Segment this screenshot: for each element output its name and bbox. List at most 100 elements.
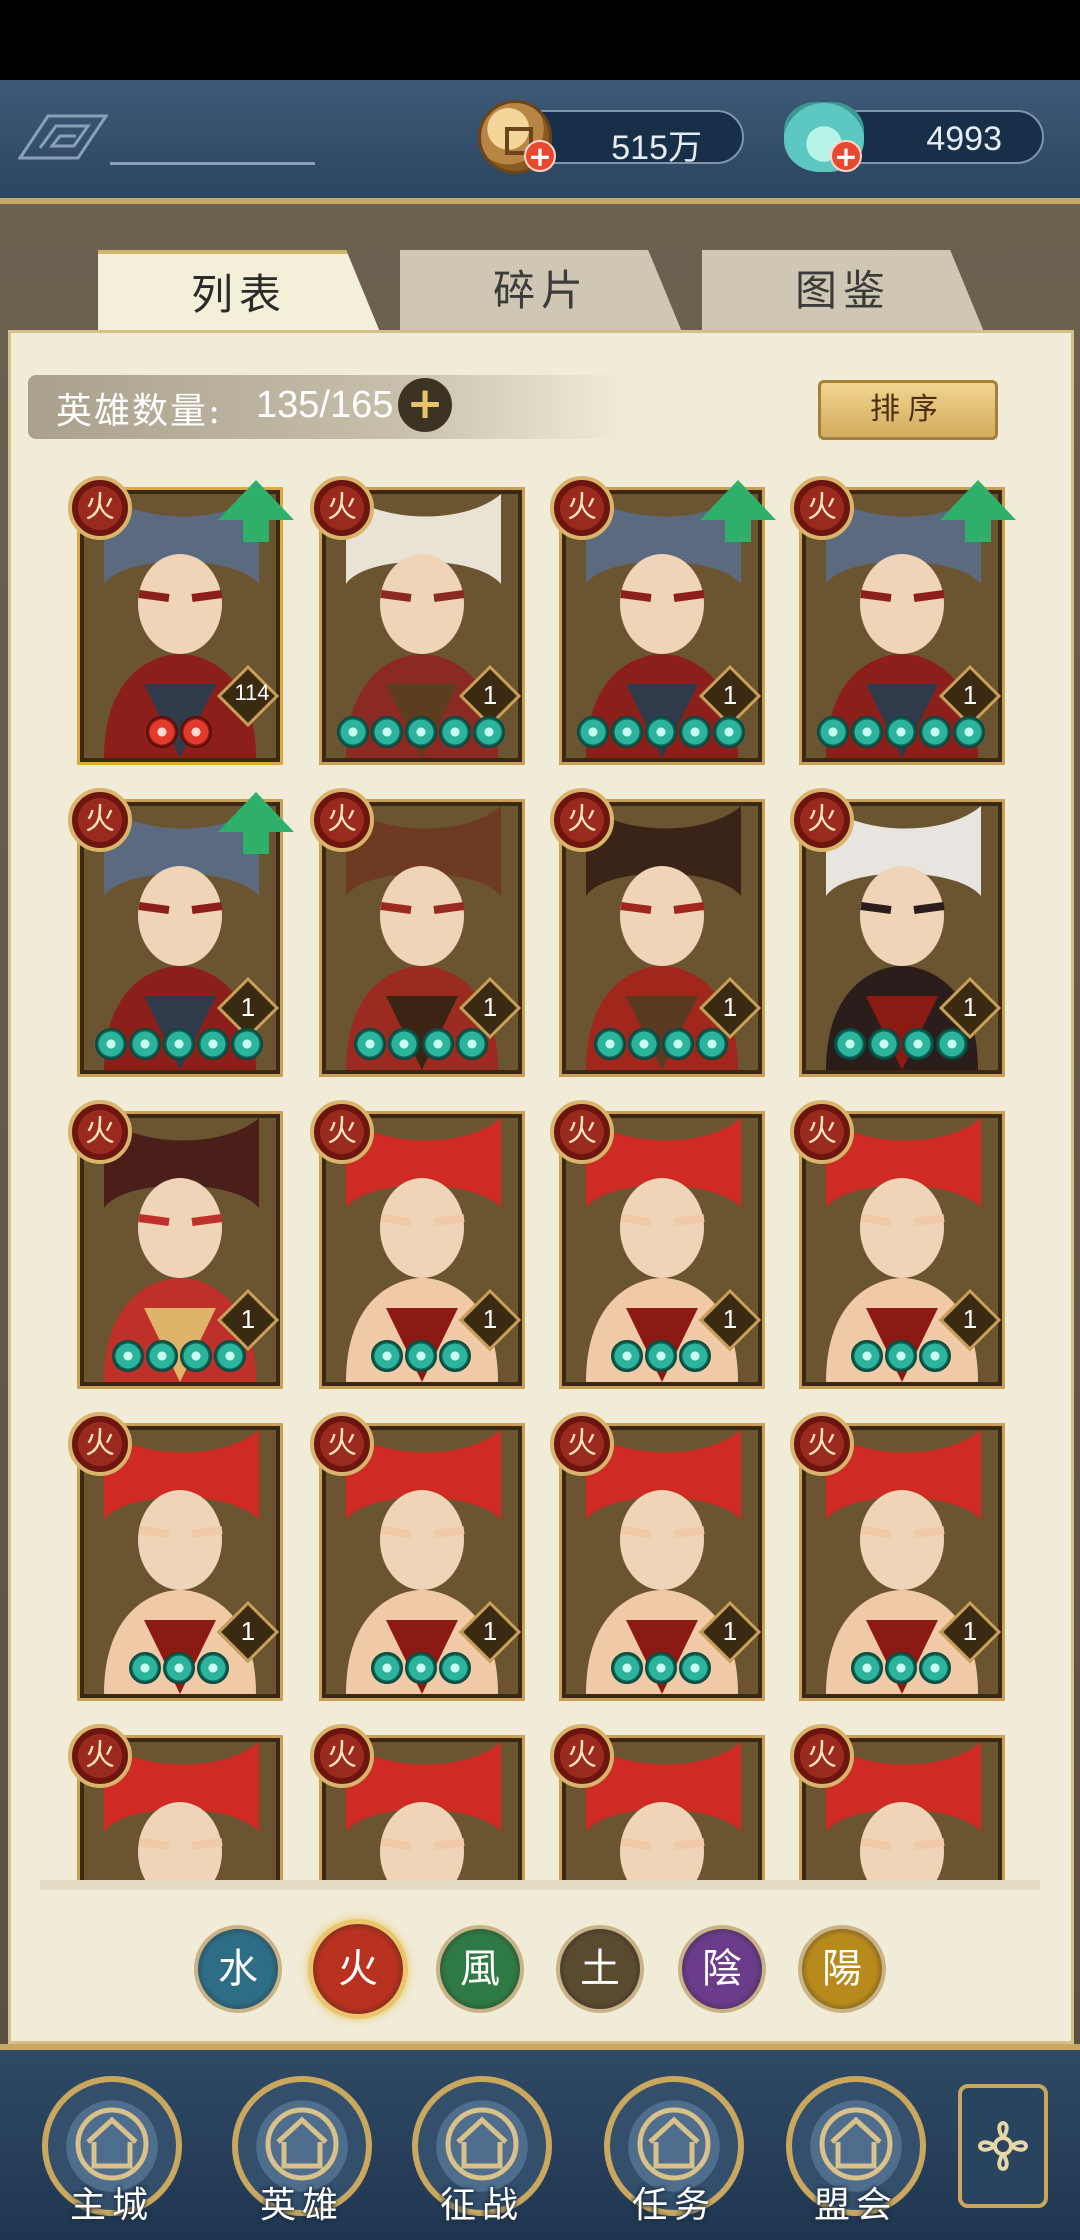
tab-fragments[interactable]: 碎片 xyxy=(400,250,682,332)
hero-level: 114 xyxy=(234,680,270,705)
star-rating xyxy=(611,1340,711,1374)
upgrade-arrow-stem xyxy=(243,520,269,542)
hero-level: 1 xyxy=(722,992,738,1022)
hero-level: 1 xyxy=(240,1304,256,1334)
nav-label: 征战 xyxy=(439,2185,524,2226)
list-bottom-edge xyxy=(40,1880,1040,1890)
star-icon xyxy=(611,1340,643,1372)
element-filter-2[interactable]: 風 xyxy=(436,1925,524,2013)
fire-element-badge: 火 xyxy=(310,1100,374,1164)
upgrade-arrow-stem xyxy=(965,520,991,542)
star-icon xyxy=(919,1652,951,1684)
element-filter-1[interactable]: 火 xyxy=(308,1919,408,2019)
coin-amount: 515万 xyxy=(611,129,702,167)
add-gems-button[interactable]: + xyxy=(830,140,862,172)
hero-count-value: 135/165 xyxy=(256,384,394,426)
star-icon xyxy=(371,1340,403,1372)
star-rating xyxy=(371,1340,471,1374)
star-rating xyxy=(851,1340,951,1374)
fire-element-badge: 火 xyxy=(310,1724,374,1788)
star-rating xyxy=(594,1028,728,1062)
star-icon xyxy=(645,1340,677,1372)
star-rating xyxy=(611,1652,711,1686)
cloud-pattern-icon xyxy=(18,114,108,160)
star-icon xyxy=(645,716,677,748)
flower-menu-icon xyxy=(978,2121,1028,2171)
fire-element-badge: 火 xyxy=(550,1412,614,1476)
star-icon xyxy=(439,1652,471,1684)
star-rating xyxy=(817,716,985,750)
status-bar xyxy=(0,0,1080,80)
fire-element-badge: 火 xyxy=(550,476,614,540)
upgrade-arrow-icon xyxy=(218,792,294,832)
star-icon xyxy=(112,1340,144,1372)
hero-level: 1 xyxy=(482,1616,498,1646)
fire-element-badge: 火 xyxy=(310,476,374,540)
star-icon xyxy=(611,716,643,748)
tab-fragments-label: 碎片 xyxy=(492,266,589,315)
tab-codex[interactable]: 图鉴 xyxy=(702,250,984,332)
add-coins-button[interactable]: + xyxy=(524,140,556,172)
tab-list-label: 列表 xyxy=(190,270,287,319)
tab-codex-label: 图鉴 xyxy=(794,266,891,315)
star-rating xyxy=(146,716,212,750)
fire-element-badge: 火 xyxy=(550,788,614,852)
fire-element-badge: 火 xyxy=(68,788,132,852)
element-filter-3[interactable]: 土 xyxy=(556,1925,644,2013)
star-icon xyxy=(405,1652,437,1684)
star-rating xyxy=(834,1028,968,1062)
star-icon xyxy=(146,716,178,748)
hero-level: 1 xyxy=(962,1304,978,1334)
star-rating xyxy=(851,1652,951,1686)
star-icon xyxy=(594,1028,626,1060)
expand-capacity-button[interactable]: + xyxy=(398,378,452,432)
star-rating xyxy=(577,716,745,750)
star-icon xyxy=(885,716,917,748)
hero-level: 1 xyxy=(722,680,738,710)
star-icon xyxy=(577,716,609,748)
star-icon xyxy=(611,1652,643,1684)
star-icon xyxy=(953,716,985,748)
star-icon xyxy=(214,1340,246,1372)
star-rating xyxy=(371,1652,471,1686)
star-icon xyxy=(817,716,849,748)
fire-element-badge: 火 xyxy=(550,1100,614,1164)
tab-list[interactable]: 列表 xyxy=(98,250,380,332)
star-icon xyxy=(885,1652,917,1684)
star-icon xyxy=(919,1340,951,1372)
upgrade-arrow-icon xyxy=(700,480,776,520)
star-icon xyxy=(405,716,437,748)
hero-level: 1 xyxy=(722,1304,738,1334)
upgrade-arrow-icon xyxy=(218,480,294,520)
star-icon xyxy=(231,1028,263,1060)
star-icon xyxy=(919,716,951,748)
sort-button[interactable]: 排序 xyxy=(818,380,998,440)
element-filter-0[interactable]: 水 xyxy=(194,1925,282,2013)
star-icon xyxy=(696,1028,728,1060)
star-rating xyxy=(129,1652,229,1686)
star-rating xyxy=(95,1028,263,1062)
star-rating xyxy=(337,716,505,750)
fire-element-badge: 火 xyxy=(790,476,854,540)
more-menu-button[interactable] xyxy=(958,2084,1048,2208)
star-icon xyxy=(713,716,745,748)
nav-label: 任务 xyxy=(631,2185,716,2226)
element-filter-5[interactable]: 陽 xyxy=(798,1925,886,2013)
hero-level: 1 xyxy=(482,1304,498,1334)
star-icon xyxy=(439,716,471,748)
header-divider xyxy=(110,162,315,165)
hero-level: 1 xyxy=(962,680,978,710)
nav-label: 主城 xyxy=(69,2185,154,2226)
star-rating xyxy=(354,1028,488,1062)
star-icon xyxy=(868,1028,900,1060)
element-filter-4[interactable]: 陰 xyxy=(678,1925,766,2013)
fire-element-badge: 火 xyxy=(310,1412,374,1476)
nav-label: 盟会 xyxy=(813,2185,898,2226)
star-icon xyxy=(163,1028,195,1060)
hero-level: 1 xyxy=(962,1616,978,1646)
star-icon xyxy=(180,1340,212,1372)
star-icon xyxy=(371,1652,403,1684)
fire-element-badge: 火 xyxy=(790,788,854,852)
fire-element-badge: 火 xyxy=(790,1724,854,1788)
star-icon xyxy=(197,1028,229,1060)
